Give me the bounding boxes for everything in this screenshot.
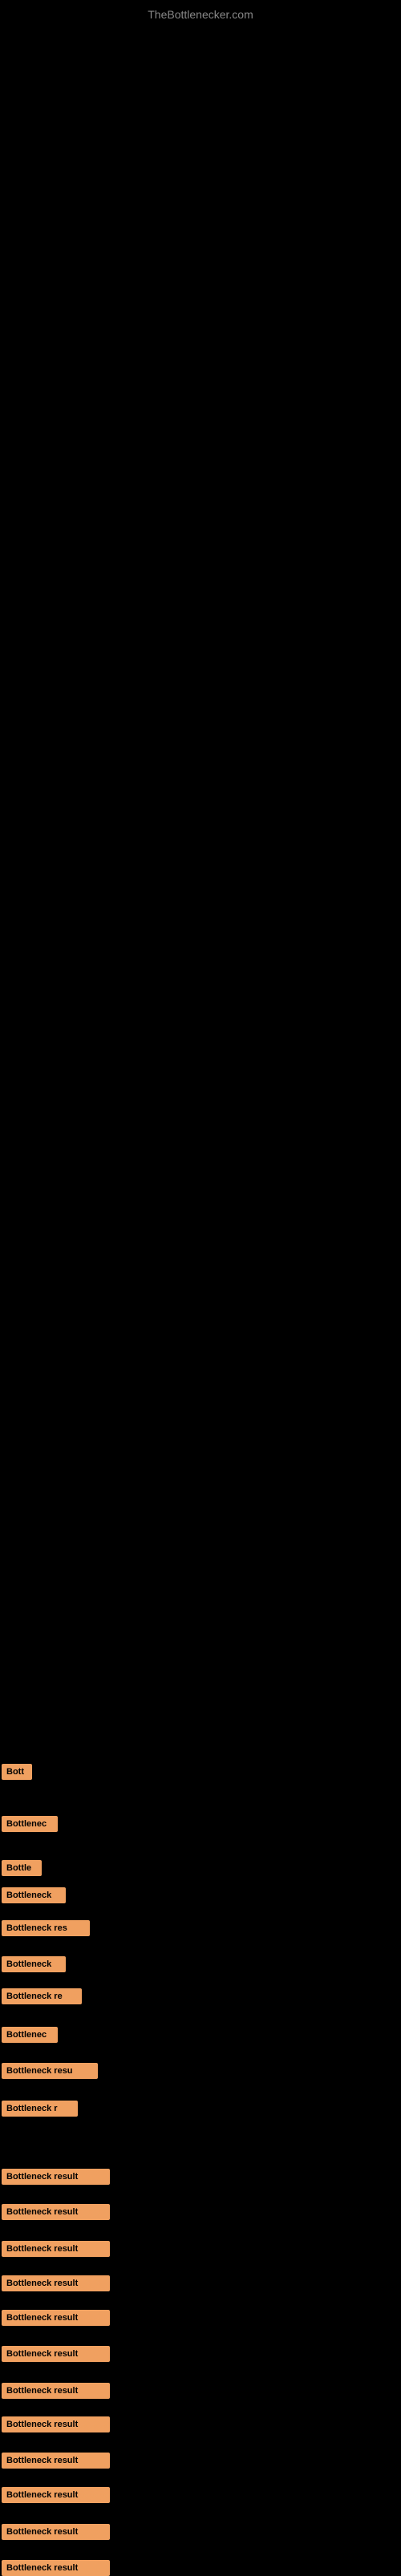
bottleneck-result-label: Bottlenec <box>2 1816 58 1832</box>
bottleneck-result-label: Bottleneck result <box>2 2275 110 2291</box>
bottleneck-result-label: Bottleneck result <box>2 2169 110 2185</box>
bottleneck-result-label: Bottleneck r <box>2 2101 78 2117</box>
bottleneck-result-label: Bottle <box>2 1860 42 1876</box>
site-title: TheBottlenecker.com <box>148 8 253 21</box>
bottleneck-result-label: Bottleneck result <box>2 2487 110 2503</box>
bottleneck-result-label: Bottleneck re <box>2 1988 82 2004</box>
bottleneck-result-label: Bottleneck res <box>2 1920 90 1936</box>
bottleneck-result-label: Bottleneck <box>2 1887 66 1903</box>
bottleneck-result-label: Bottleneck result <box>2 2383 110 2399</box>
bottleneck-result-label: Bottleneck result <box>2 2416 110 2432</box>
bottleneck-result-label: Bottleneck result <box>2 2453 110 2469</box>
bottleneck-result-label: Bottleneck resu <box>2 2063 98 2079</box>
bottleneck-result-label: Bottleneck result <box>2 2204 110 2220</box>
bottleneck-result-label: Bottleneck <box>2 1956 66 1972</box>
bottleneck-result-label: Bottlenec <box>2 2027 58 2043</box>
bottleneck-result-label: Bott <box>2 1764 32 1780</box>
bottleneck-result-label: Bottleneck result <box>2 2346 110 2362</box>
bottleneck-result-label: Bottleneck result <box>2 2524 110 2540</box>
bottleneck-result-label: Bottleneck result <box>2 2241 110 2257</box>
bottleneck-result-label: Bottleneck result <box>2 2560 110 2576</box>
bottleneck-result-label: Bottleneck result <box>2 2310 110 2326</box>
